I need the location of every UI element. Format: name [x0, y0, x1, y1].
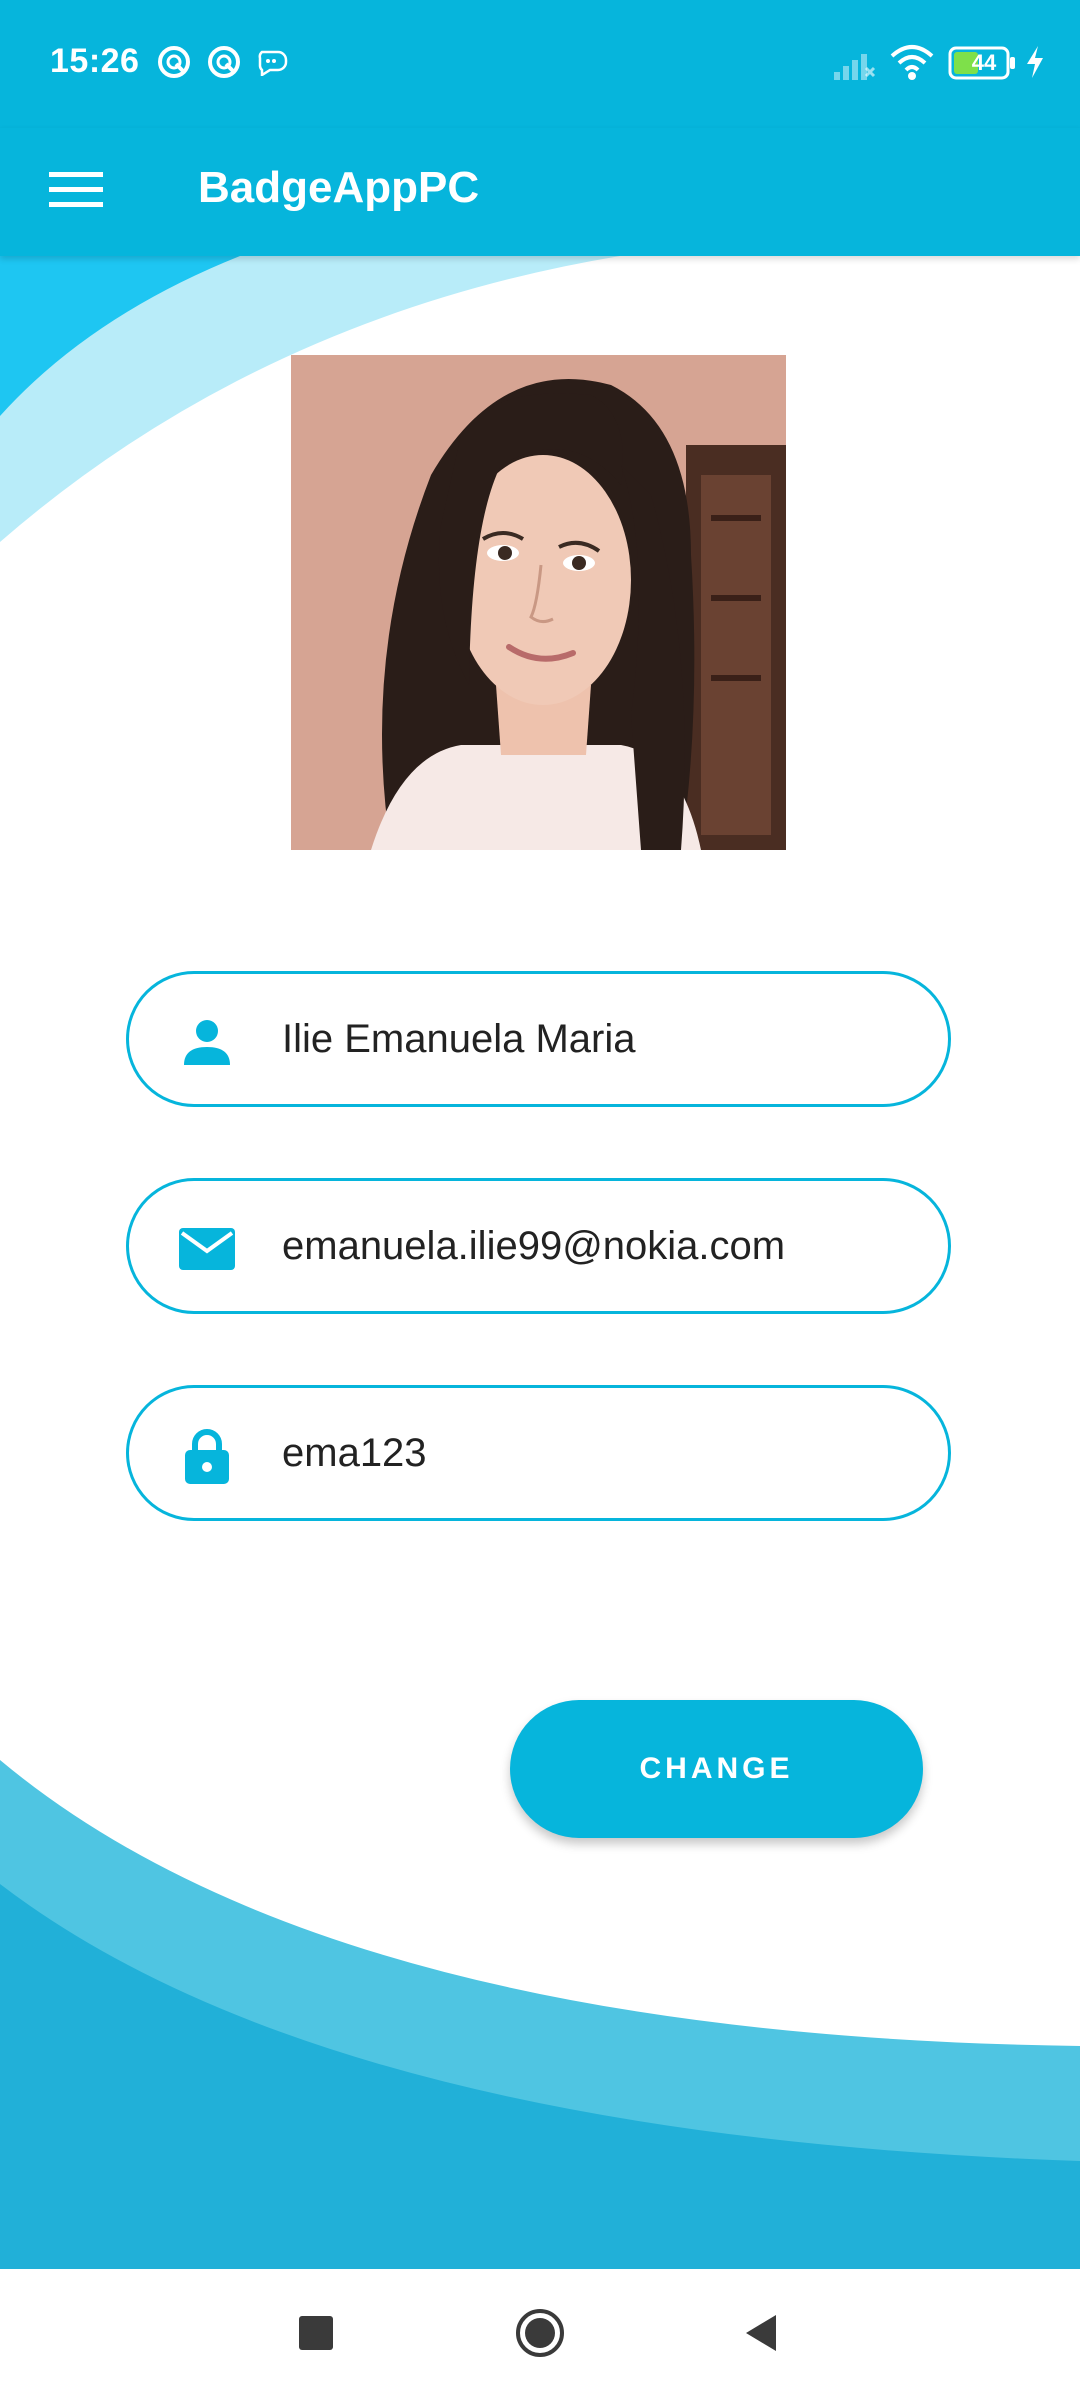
hamburger-menu-icon [49, 170, 103, 215]
home-circle-icon [514, 2307, 566, 2364]
app-title: BadgeAppPC [198, 163, 480, 212]
menu-button[interactable] [44, 160, 108, 224]
profile-photo [291, 355, 786, 850]
recents-button[interactable] [280, 2299, 352, 2371]
back-triangle-icon [742, 2313, 782, 2358]
change-button[interactable]: CHANGE [510, 1700, 923, 1838]
sync-icon [156, 44, 192, 85]
email-field[interactable]: emanuela.ilie99@nokia.com [126, 1178, 951, 1314]
signal-icon [832, 46, 876, 87]
spay-icon [256, 48, 290, 81]
recents-square-icon [298, 2315, 334, 2356]
email-icon [179, 1221, 235, 1277]
status-bar: 15:26 44 [0, 0, 1080, 128]
wifi-icon [890, 44, 934, 87]
battery-level: 44 [971, 50, 997, 75]
app-bar: BadgeAppPC [0, 128, 1080, 256]
charging-icon [1024, 44, 1046, 85]
email-value: emanuela.ilie99@nokia.com [282, 1224, 786, 1268]
home-button[interactable] [504, 2299, 576, 2371]
name-value: Ilie Emanuela Maria [282, 1017, 636, 1061]
navigation-bar [0, 2269, 1080, 2400]
sync-icon [206, 44, 242, 85]
back-button[interactable] [726, 2299, 798, 2371]
status-time: 15:26 [50, 42, 140, 80]
lock-icon [179, 1428, 235, 1484]
name-field[interactable]: Ilie Emanuela Maria [126, 971, 951, 1107]
password-field[interactable]: ema123 [126, 1385, 951, 1521]
password-value: ema123 [282, 1431, 427, 1475]
screen: 15:26 44 BadgeAppPC Ilie Emanuela Maria … [0, 0, 1080, 2400]
person-icon [179, 1014, 235, 1070]
